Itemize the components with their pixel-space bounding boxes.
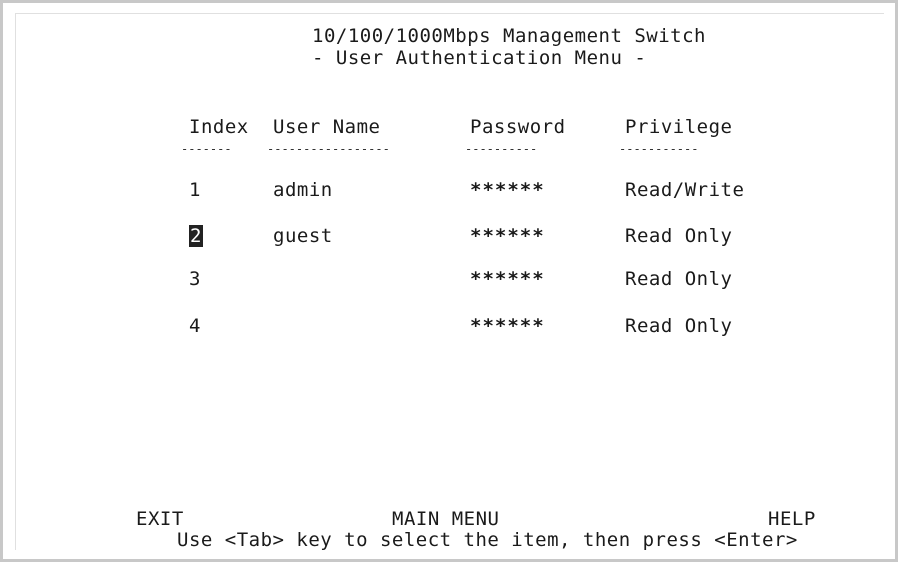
row-2-index-selected[interactable]: 2 bbox=[189, 225, 203, 247]
header-underline-password: ---------- bbox=[465, 142, 538, 156]
header-underline-privilege: ----------- bbox=[619, 142, 699, 156]
row-2-password-field[interactable]: ****** bbox=[470, 225, 545, 247]
column-header-privilege: Privilege bbox=[625, 116, 733, 138]
row-3-index[interactable]: 3 bbox=[189, 268, 201, 290]
instruction-hint: Use <Tab> key to select the item, then p… bbox=[177, 529, 798, 551]
row-3-password-field[interactable]: ****** bbox=[470, 268, 545, 290]
page-title: 10/100/1000Mbps Management Switch bbox=[312, 25, 706, 47]
row-1-privilege-field[interactable]: Read/Write bbox=[625, 179, 744, 201]
column-header-password: Password bbox=[470, 116, 566, 138]
header-underline-index: ------- bbox=[181, 142, 232, 156]
row-4-index[interactable]: 4 bbox=[189, 315, 201, 337]
menu-subtitle: - User Authentication Menu - bbox=[312, 47, 647, 69]
exit-button[interactable]: EXIT bbox=[136, 508, 184, 530]
column-header-user-name: User Name bbox=[273, 116, 381, 138]
row-2-privilege-field[interactable]: Read Only bbox=[625, 225, 732, 247]
row-4-privilege-field[interactable]: Read Only bbox=[625, 315, 732, 337]
terminal-window: 10/100/1000Mbps Management Switch - User… bbox=[0, 0, 898, 562]
row-1-index[interactable]: 1 bbox=[189, 179, 201, 201]
row-1-user-name-field[interactable]: admin bbox=[273, 179, 333, 201]
main-menu-button[interactable]: MAIN MENU bbox=[392, 508, 499, 530]
row-3-privilege-field[interactable]: Read Only bbox=[625, 268, 732, 290]
row-1-password-field[interactable]: ****** bbox=[470, 179, 545, 201]
terminal-screen bbox=[15, 13, 884, 550]
row-2-user-name-field[interactable]: guest bbox=[273, 225, 333, 247]
header-underline-user-name: ----------------- bbox=[267, 142, 390, 156]
help-button[interactable]: HELP bbox=[768, 508, 816, 530]
selection-cursor: 2 bbox=[189, 225, 203, 247]
column-header-index: Index bbox=[189, 116, 249, 138]
row-4-password-field[interactable]: ****** bbox=[470, 315, 545, 337]
